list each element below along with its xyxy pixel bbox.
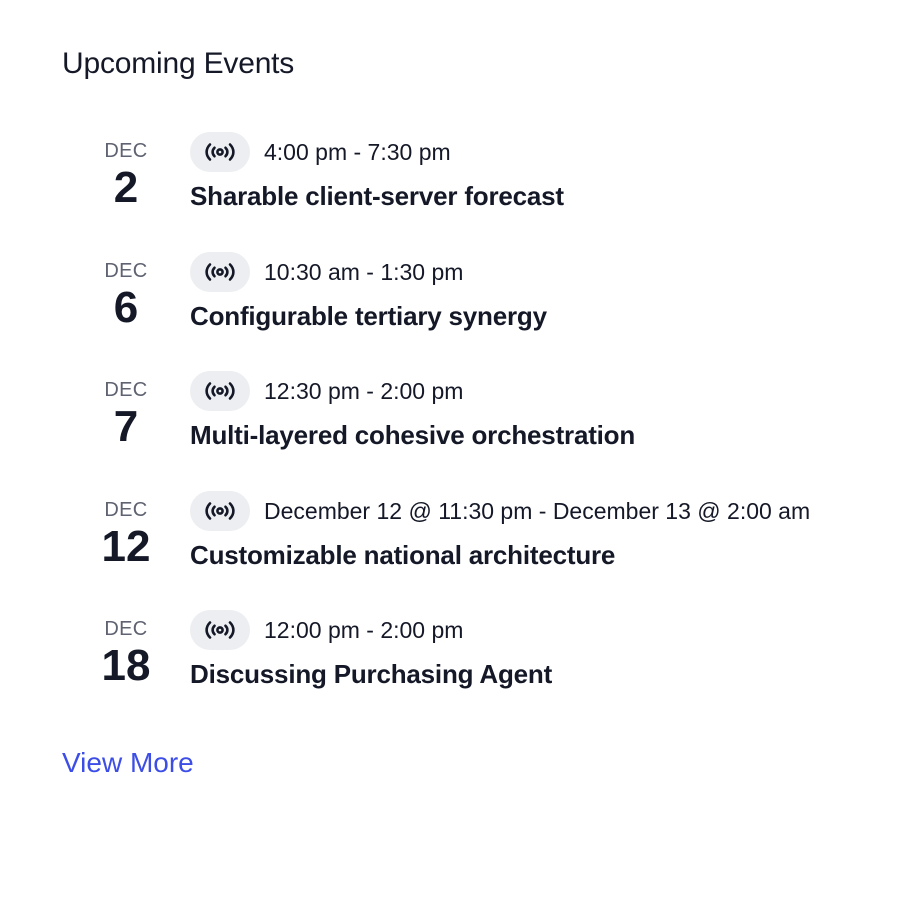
event-item: DEC 18 12:00 pm - 2:00 pm Discussing Pur… (62, 610, 882, 730)
broadcast-icon (205, 382, 235, 400)
event-time: 4:00 pm - 7:30 pm (264, 139, 451, 165)
event-day: 6 (113, 282, 139, 332)
broadcast-icon (205, 621, 235, 639)
event-time: 12:30 pm - 2:00 pm (264, 378, 464, 404)
event-title-link[interactable]: Multi-layered cohesive orchestration (190, 419, 635, 451)
event-title-link[interactable]: Customizable national architecture (190, 539, 615, 571)
event-title-link[interactable]: Sharable client-server forecast (190, 180, 564, 212)
event-month: DEC (104, 379, 148, 401)
broadcast-icon (205, 262, 235, 281)
event-month: DEC (104, 498, 148, 521)
widget-title: Upcoming Events (62, 47, 295, 80)
view-more-link[interactable]: View More (62, 744, 194, 782)
event-date: DEC 7 (90, 377, 162, 449)
event-meta: 12:30 pm - 2:00 pm (190, 371, 463, 411)
event-time: December 12 @ 11:30 pm - December 13 @ 2… (264, 497, 811, 524)
event-title-link[interactable]: Discussing Purchasing Agent (190, 658, 552, 690)
event-meta: December 12 @ 11:30 pm - December 13 @ 2… (190, 490, 811, 531)
event-time: 12:00 pm - 2:00 pm (264, 617, 464, 643)
virtual-event-badge (190, 251, 250, 292)
event-day: 18 (101, 641, 151, 690)
virtual-event-badge (190, 371, 250, 411)
event-item: DEC 2 4:00 pm - 7:30 pm Sharable client-… (62, 132, 882, 252)
event-day: 7 (113, 402, 139, 451)
event-date: DEC 18 (90, 616, 162, 688)
virtual-event-badge (190, 132, 250, 172)
virtual-event-badge (190, 610, 250, 650)
event-meta: 10:30 am - 1:30 pm (190, 251, 464, 292)
event-month: DEC (104, 618, 148, 640)
event-meta: 12:00 pm - 2:00 pm (190, 610, 463, 650)
event-day: 12 (101, 521, 151, 571)
event-title-link[interactable]: Configurable tertiary synergy (190, 300, 547, 332)
event-day: 2 (113, 163, 139, 212)
event-time: 10:30 am - 1:30 pm (264, 258, 464, 285)
broadcast-icon (205, 143, 235, 161)
event-date: DEC 2 (90, 138, 162, 210)
event-date: DEC 6 (90, 258, 162, 330)
event-list: DEC 2 4:00 pm - 7:30 pm Sharable client-… (62, 132, 882, 730)
event-item: DEC 12 December 12 @ 11:30 pm - December… (62, 490, 882, 611)
event-item: DEC 7 12:30 pm - 2:00 pm Multi-layered c… (62, 371, 882, 491)
virtual-event-badge (190, 490, 250, 531)
event-item: DEC 6 10:30 am - 1:30 pm Configurable te… (62, 251, 882, 372)
event-meta: 4:00 pm - 7:30 pm (190, 132, 451, 172)
broadcast-icon (205, 501, 235, 520)
event-date: DEC 12 (90, 497, 162, 569)
event-month: DEC (104, 259, 148, 282)
upcoming-events-widget: Upcoming Events DEC 2 4:00 pm - 7:30 pm (62, 44, 882, 778)
event-month: DEC (104, 140, 148, 162)
